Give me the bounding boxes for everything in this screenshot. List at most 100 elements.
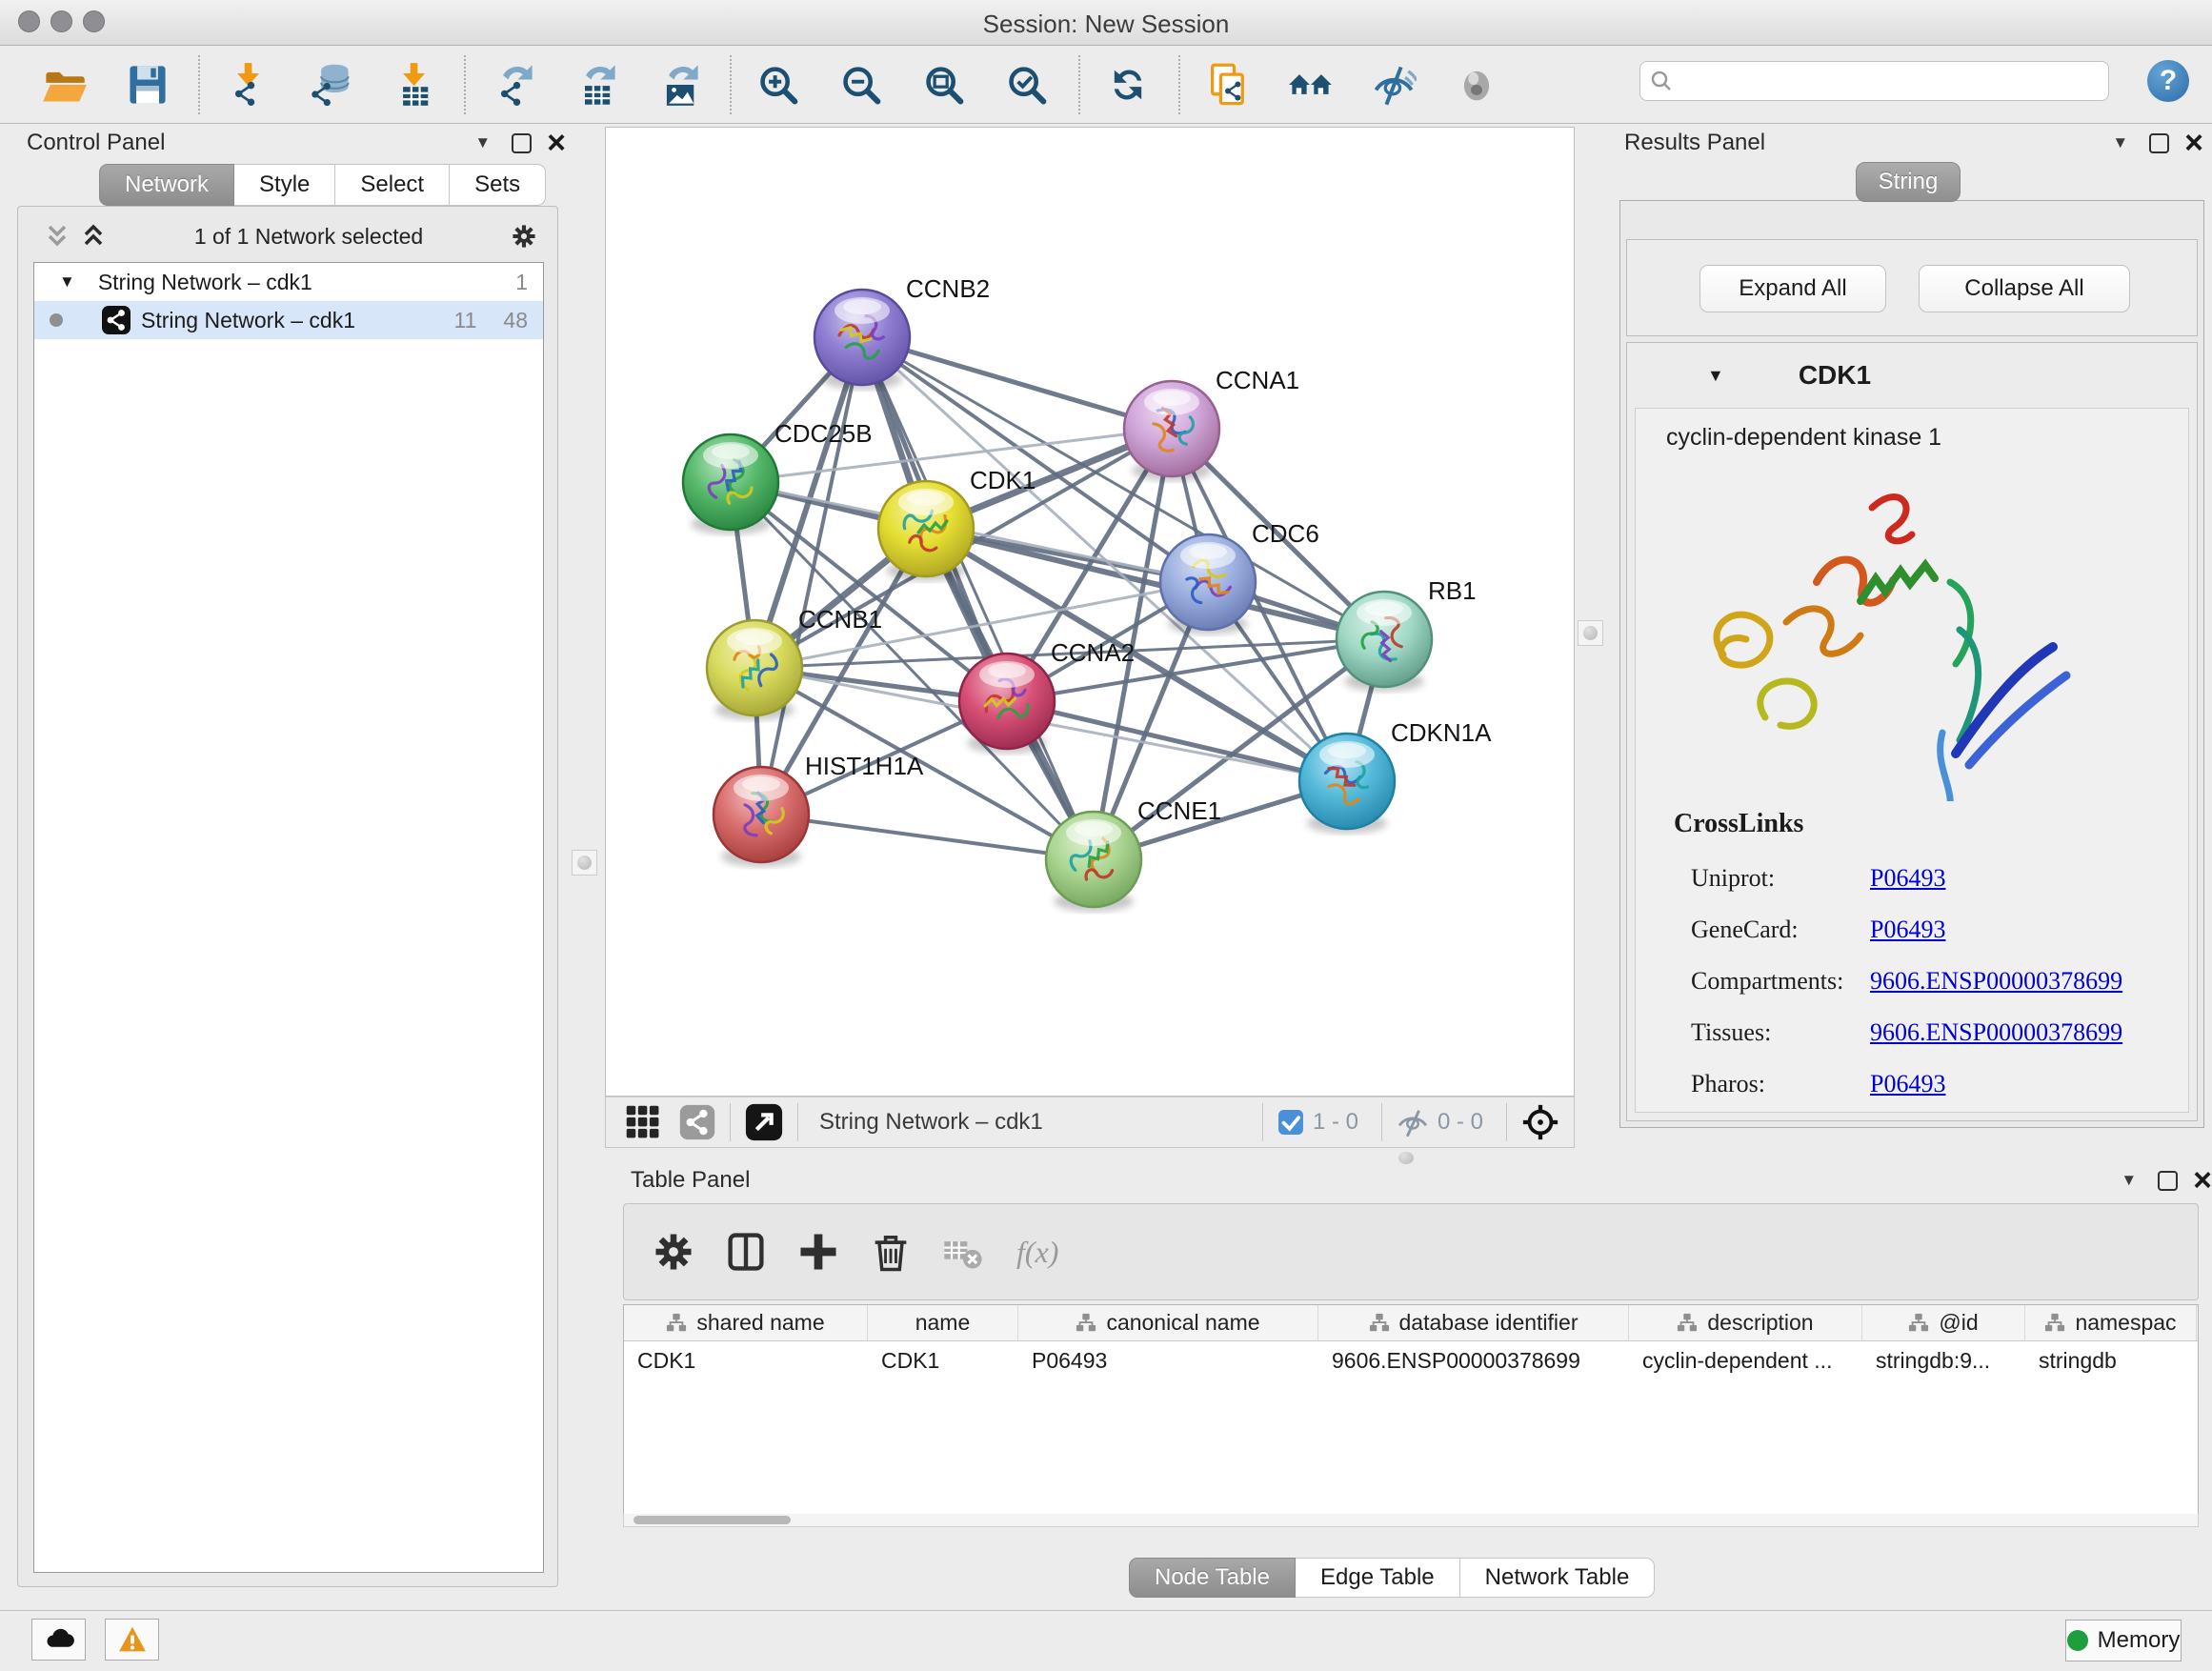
crosslink-value-link[interactable]: 9606.ENSP00000378699 [1870, 1018, 2122, 1047]
crosslink-value-link[interactable]: P06493 [1870, 864, 1945, 893]
network-node-CCNE1[interactable] [1046, 812, 1141, 907]
table-cell[interactable]: CDK1 [624, 1341, 868, 1379]
expand-all-networks-icon[interactable] [79, 222, 108, 251]
table-cell[interactable]: P06493 [1018, 1341, 1318, 1379]
tab-node-table[interactable]: Node Table [1129, 1558, 1296, 1598]
import-database-icon[interactable] [304, 58, 357, 111]
collapse-all-button[interactable]: Collapse All [1919, 265, 2130, 312]
network-node-HIST1H1A[interactable] [714, 767, 809, 862]
collapse-table-panel-icon[interactable]: ▼ [2121, 1171, 2137, 1190]
close-table-panel-icon[interactable]: × [2193, 1171, 2212, 1190]
save-session-icon[interactable] [121, 58, 174, 111]
table-cell[interactable]: stringdb [2025, 1341, 2197, 1379]
network-node-CCNB2[interactable] [814, 290, 910, 385]
network-view-share-icon[interactable] [678, 1103, 716, 1141]
import-table-icon[interactable] [387, 58, 440, 111]
table-cell[interactable]: stringdb:9... [1862, 1341, 2025, 1379]
table-cell[interactable]: cyclin-dependent ... [1629, 1341, 1862, 1379]
new-network-from-selection-icon[interactable] [1201, 58, 1255, 111]
cloud-status-button[interactable] [31, 1619, 86, 1661]
column-header--id[interactable]: @id [1862, 1305, 2025, 1340]
tab-network-table[interactable]: Network Table [1460, 1558, 1656, 1598]
right-splitter-handle[interactable] [1578, 620, 1603, 646]
column-header-canonical-name[interactable]: canonical name [1018, 1305, 1318, 1340]
crosslink-value-link[interactable]: P06493 [1870, 916, 1945, 944]
network-node-CCNA1[interactable] [1124, 381, 1219, 476]
warnings-button[interactable] [105, 1619, 159, 1661]
close-panel-icon[interactable]: × [547, 133, 566, 152]
tab-style[interactable]: Style [234, 164, 335, 206]
selected-nodes-checkbox-icon[interactable] [1277, 1108, 1305, 1137]
table-settings-gear-icon[interactable] [647, 1225, 700, 1278]
float-results-icon[interactable] [2149, 133, 2169, 153]
column-header-database-identifier[interactable]: database identifier [1318, 1305, 1629, 1340]
tree-expander-icon[interactable]: ▼ [59, 272, 75, 292]
network-options-gear-icon[interactable] [510, 222, 538, 251]
collapse-panel-icon[interactable]: ▼ [474, 133, 491, 152]
export-image-icon[interactable] [653, 58, 706, 111]
table-header-row: shared namenamecanonical namedatabase id… [624, 1305, 2198, 1341]
crosslink-value-link[interactable]: P06493 [1870, 1070, 1945, 1098]
toggle-graphics-details-icon[interactable] [1284, 58, 1337, 111]
table-row[interactable]: CDK1CDK1P064939606.ENSP00000378699cyclin… [624, 1341, 2198, 1379]
export-table-icon[interactable] [570, 58, 623, 111]
tab-network[interactable]: Network [99, 164, 234, 206]
column-header-name[interactable]: name [868, 1305, 1018, 1340]
search-box[interactable] [1639, 61, 2109, 101]
table-cell[interactable]: 9606.ENSP00000378699 [1318, 1341, 1629, 1379]
zoom-selected-icon[interactable] [1001, 58, 1055, 111]
float-panel-icon[interactable] [512, 133, 532, 153]
expand-all-button[interactable]: Expand All [1699, 265, 1886, 312]
node-label-CDK1: CDK1 [970, 466, 1036, 494]
network-node-CDC25B[interactable] [683, 434, 778, 530]
close-results-icon[interactable]: × [2184, 133, 2203, 152]
detach-view-icon[interactable] [744, 1102, 784, 1142]
hide-selection-icon[interactable] [1367, 58, 1420, 111]
tab-string[interactable]: String [1856, 162, 1961, 202]
search-input[interactable] [1673, 69, 2082, 93]
table-horizontal-scrollbar[interactable] [623, 1514, 2199, 1527]
network-row-selected[interactable]: String Network – cdk1 11 48 [34, 301, 543, 339]
network-node-RB1[interactable] [1337, 592, 1432, 687]
horizontal-splitter-handle[interactable] [1398, 1152, 1414, 1164]
table-cell[interactable]: CDK1 [868, 1341, 1018, 1379]
export-network-icon[interactable] [487, 58, 540, 111]
refresh-network-icon[interactable] [1101, 58, 1155, 111]
memory-button[interactable]: Memory [2065, 1620, 2182, 1661]
grid-view-icon[interactable] [625, 1104, 661, 1140]
tab-edge-table[interactable]: Edge Table [1296, 1558, 1460, 1598]
edge-CCNB2-CCNE1 [862, 337, 1094, 859]
zoom-out-icon[interactable] [835, 58, 889, 111]
delete-column-trash-icon[interactable] [864, 1225, 917, 1278]
collapse-all-networks-icon[interactable] [43, 222, 71, 251]
network-node-CDKN1A[interactable] [1299, 734, 1395, 829]
birds-eye-crosshair-icon[interactable] [1520, 1102, 1560, 1142]
network-collection-row[interactable]: ▼ String Network – cdk1 1 [34, 263, 543, 301]
add-column-icon[interactable] [792, 1225, 845, 1278]
network-node-CDK1[interactable] [878, 481, 974, 576]
control-panel: Control Panel ▼ × NetworkStyleSelectSets… [8, 130, 566, 1587]
column-header-description[interactable]: description [1629, 1305, 1862, 1340]
show-columns-icon[interactable] [719, 1225, 773, 1278]
gene-collapse-icon[interactable]: ▼ [1707, 366, 1724, 386]
open-session-icon[interactable] [38, 58, 91, 111]
scrollbar-thumb[interactable] [633, 1516, 791, 1524]
zoom-fit-icon[interactable] [918, 58, 972, 111]
network-node-CCNA2[interactable] [959, 654, 1055, 749]
import-network-icon[interactable] [221, 58, 274, 111]
left-splitter-handle[interactable] [572, 850, 597, 876]
column-header-label: namespac [2075, 1310, 2176, 1336]
crosslink-value-link[interactable]: 9606.ENSP00000378699 [1870, 967, 2122, 996]
tab-select[interactable]: Select [335, 164, 450, 206]
column-header-namespac[interactable]: namespac [2025, 1305, 2197, 1340]
network-node-CDC6[interactable] [1160, 534, 1256, 630]
tab-sets[interactable]: Sets [450, 164, 546, 206]
float-table-panel-icon[interactable] [2158, 1171, 2178, 1191]
collapse-results-icon[interactable]: ▼ [2112, 133, 2128, 152]
column-header-shared-name[interactable]: shared name [624, 1305, 868, 1340]
network-node-CCNB1[interactable] [707, 620, 802, 715]
help-button[interactable]: ? [2147, 60, 2189, 102]
network-view-canvas[interactable]: CCNB2CCNA1CDC25BCDK1CDC6RB1CCNB1CCNA2CDK… [605, 127, 1575, 1097]
zoom-in-icon[interactable] [753, 58, 806, 111]
show-all-icon[interactable] [1450, 58, 1503, 111]
